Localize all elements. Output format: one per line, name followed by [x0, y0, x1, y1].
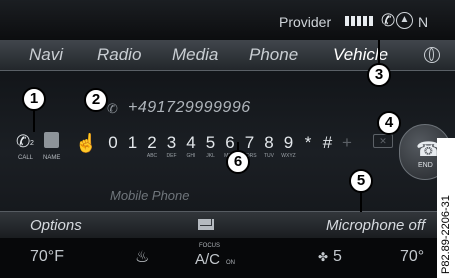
fan-level[interactable]: 5 — [333, 248, 342, 266]
callout-leader-3 — [378, 40, 380, 64]
menu-item-phone[interactable]: Phone — [249, 45, 298, 65]
compass-letter: N — [418, 14, 429, 30]
figure-code: P82.89-2206-31 — [440, 195, 452, 274]
options-bar: Options Microphone off — [0, 211, 455, 238]
callout-leader-1 — [33, 110, 35, 132]
keypad-letters: WXYZ — [281, 153, 296, 159]
menu-item-media[interactable]: Media — [172, 45, 218, 65]
callout-4: 4 — [377, 111, 401, 135]
end-label: END — [418, 162, 433, 169]
focus-label: FOCUS — [199, 243, 220, 249]
microphone-off-button[interactable]: Microphone off — [326, 217, 425, 234]
controller-hand-icon: ☝ — [75, 133, 98, 153]
climate-bar: 70°F ♨ FOCUS A/C ON ✤ 5 70° — [0, 238, 455, 278]
signal-strength-icon — [345, 16, 373, 26]
keypad-digit: + — [342, 133, 352, 152]
backspace-icon[interactable]: ✕ — [373, 134, 393, 148]
globe-icon[interactable] — [424, 47, 440, 63]
callout-3: 3 — [367, 63, 391, 87]
status-bar: Provider ✆ ▲ N — [0, 0, 455, 40]
phone-handset-icon: ✆ — [16, 132, 31, 151]
callout-5: 5 — [349, 169, 373, 193]
compass-icon: ▲ — [396, 12, 413, 29]
callout-leader-5 — [360, 192, 362, 212]
ac-on-label: ON — [226, 260, 235, 266]
provider-label: Provider — [279, 14, 332, 30]
callout-1: 1 — [22, 87, 46, 111]
name-button[interactable]: NAME — [38, 130, 70, 168]
keypad-key[interactable]: + — [336, 133, 358, 153]
envelope-icon[interactable] — [198, 219, 214, 230]
menu-item-navi[interactable]: Navi — [29, 45, 63, 65]
options-button[interactable]: Options — [30, 217, 82, 234]
contact-card-icon — [44, 132, 59, 148]
phone-number-display: +491729999996 — [128, 99, 251, 116]
ac-button[interactable]: A/C — [195, 251, 220, 268]
head-unit-screen: Provider ✆ ▲ N Navi Radio Media Phone Ve… — [0, 0, 455, 278]
callout-6: 6 — [226, 150, 250, 174]
figure-code-strip: P82.89-2206-31 — [437, 138, 455, 278]
mobile-phone-label: Mobile Phone — [110, 188, 190, 203]
temperature-left[interactable]: 70°F — [30, 248, 64, 266]
menu-item-radio[interactable]: Radio — [97, 45, 141, 65]
call-line-number: 2 — [30, 140, 34, 147]
name-label: NAME — [43, 155, 61, 161]
temperature-right[interactable]: 70° — [400, 248, 424, 266]
call-panel: ✆ +491729999996 ✆ 2 CALL NAME ☝ 0 1 2 ABC 3 D… — [0, 71, 455, 211]
call-label: CALL — [18, 155, 34, 161]
phone-icon: ✆ — [381, 11, 396, 30]
seat-heat-icon[interactable]: ♨ — [135, 247, 149, 267]
callout-2: 2 — [84, 88, 108, 112]
fan-icon: ✤ — [318, 250, 329, 264]
handset-small-icon: ✆ — [107, 101, 118, 116]
